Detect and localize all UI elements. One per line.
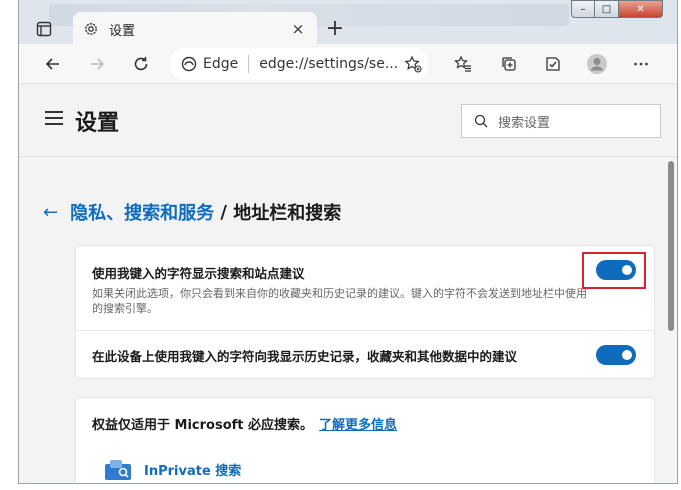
breadcrumb-current: 地址栏和搜索: [233, 203, 342, 224]
profile-button[interactable]: [583, 50, 611, 78]
inprivate-search-item[interactable]: InPrivate 搜索: [102, 458, 241, 480]
url-text[interactable]: edge://settings/se...: [259, 56, 398, 72]
setting-description: 如果关闭此选项，你只会看到来自你的收藏夹和历史记录的建议。键入的字符不会发送到地…: [92, 287, 587, 315]
shield-check-icon: [546, 57, 560, 71]
performance-button[interactable]: [539, 50, 567, 78]
tab-settings[interactable]: 设置 ×: [73, 12, 317, 46]
edge-logo-icon: [181, 56, 197, 72]
maximize-button[interactable]: □: [595, 0, 619, 18]
tab-actions-button[interactable]: [31, 16, 57, 42]
inprivate-search-icon: [105, 460, 131, 480]
favorites-icon: [454, 55, 471, 72]
toggle-knob: [622, 350, 632, 360]
forward-button[interactable]: [83, 50, 111, 78]
window-controls: – □ ✕: [571, 0, 663, 18]
inprivate-search-label: InPrivate 搜索: [144, 463, 242, 479]
refresh-button[interactable]: [127, 50, 155, 78]
search-placeholder: 搜索设置: [498, 115, 551, 131]
address-separator: [248, 55, 250, 73]
highlight-box: [582, 252, 646, 289]
edge-label: Edge: [203, 56, 239, 72]
settings-page: 设置 搜索设置 ← 隐私、搜索和服务 / 地址栏和搜索 使用我键入的字符显示搜索…: [19, 85, 677, 483]
setting-title: 在此设备上使用我键入的字符向我显示历史记录，收藏夹和其他数据中的建议: [92, 349, 518, 364]
arrow-right-icon: [91, 58, 105, 70]
close-window-button[interactable]: ✕: [619, 0, 663, 18]
page-title: 设置: [75, 111, 120, 136]
setting-title: 使用我键入的字符显示搜索和站点建议: [92, 266, 305, 281]
settings-header: 设置 搜索设置: [19, 85, 677, 157]
add-favorite-button[interactable]: [401, 52, 425, 76]
scrollbar-thumb[interactable]: [668, 161, 674, 331]
search-input[interactable]: 搜索设置: [461, 104, 661, 138]
menu-icon[interactable]: [45, 111, 63, 125]
tab-strip: 设置 × + – □ ✕: [19, 0, 677, 46]
toolbar: Edge edge://settings/se...: [19, 44, 677, 84]
address-bar[interactable]: Edge edge://settings/se...: [169, 48, 429, 80]
breadcrumb-parent-link[interactable]: 隐私、搜索和服务: [70, 199, 214, 225]
tab-title: 设置: [109, 23, 136, 39]
setting-row-search-suggestions: 使用我键入的字符显示搜索和站点建议 如果关闭此选项，你只会看到来自你的收藏夹和历…: [76, 246, 654, 331]
setting-row-history-suggestions: 在此设备上使用我键入的字符向我显示历史记录，收藏夹和其他数据中的建议: [76, 331, 654, 379]
scrollbar[interactable]: [667, 157, 675, 483]
avatar-icon: [587, 54, 607, 74]
star-add-icon: [404, 55, 422, 73]
new-tab-button[interactable]: +: [323, 17, 347, 41]
collections-button[interactable]: [495, 50, 523, 78]
refresh-icon: [134, 57, 148, 71]
breadcrumb: ← 隐私、搜索和服务 / 地址栏和搜索: [43, 199, 341, 225]
browser-window: 设置 × + – □ ✕ Edge edge://settings/se...: [18, 0, 678, 484]
minimize-button[interactable]: –: [571, 0, 595, 18]
gear-icon: [85, 23, 97, 35]
benefits-notice: 权益仅适用于 Microsoft 必应搜索。 了解更多信息: [92, 414, 397, 433]
search-engine-card: 权益仅适用于 Microsoft 必应搜索。 了解更多信息 InPrivate 搜…: [75, 397, 655, 483]
breadcrumb-separator: /: [214, 201, 234, 223]
arrow-left-icon: [45, 58, 59, 70]
tab-actions-icon: [36, 21, 52, 37]
learn-more-link[interactable]: 了解更多信息: [319, 418, 397, 433]
search-icon: [474, 114, 488, 128]
back-button[interactable]: [39, 50, 67, 78]
back-arrow-icon[interactable]: ←: [43, 202, 58, 223]
favorites-button[interactable]: [449, 50, 477, 78]
collections-icon: [502, 57, 516, 71]
benefits-text: 权益仅适用于 Microsoft 必应搜索。: [92, 418, 314, 433]
tab-close-button[interactable]: ×: [289, 20, 307, 38]
suggestions-card: 使用我键入的字符显示搜索和站点建议 如果关闭此选项，你只会看到来自你的收藏夹和历…: [75, 245, 655, 379]
more-dots-icon: [634, 62, 648, 66]
more-menu-button[interactable]: [627, 50, 655, 78]
history-suggestions-toggle[interactable]: [596, 345, 636, 365]
